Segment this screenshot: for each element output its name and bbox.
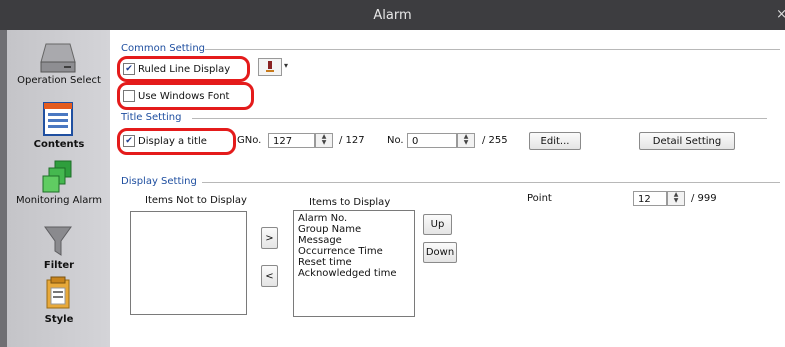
point-input[interactable]: 12 bbox=[633, 191, 667, 206]
common-setting-title: Common Setting bbox=[121, 43, 206, 54]
highlight-use-windows-font bbox=[117, 82, 254, 110]
list-item[interactable]: Message bbox=[294, 235, 414, 246]
sidebar-item-contents[interactable]: Contents bbox=[8, 102, 110, 154]
down-button[interactable]: Down bbox=[423, 242, 457, 263]
no-label: No. bbox=[387, 135, 404, 146]
items-to-display-list[interactable]: Alarm No. Group Name Message Occurrence … bbox=[293, 210, 415, 317]
point-max: / 999 bbox=[691, 193, 717, 204]
detail-setting-button[interactable]: Detail Setting bbox=[639, 132, 735, 150]
window-title: Alarm bbox=[373, 8, 412, 23]
drive-icon bbox=[40, 43, 76, 73]
sidebar-item-filter[interactable]: Filter bbox=[8, 224, 110, 272]
spin-down-icon[interactable]: ▼ bbox=[458, 140, 474, 146]
filter-icon bbox=[44, 226, 72, 256]
title-setting-title: Title Setting bbox=[121, 112, 182, 123]
gno-max: / 127 bbox=[339, 135, 365, 146]
items-to-display-label: Items to Display bbox=[309, 197, 391, 208]
pen-color-icon bbox=[258, 58, 282, 76]
sidebar-item-monitoring-alarm[interactable]: Monitoring Alarm bbox=[8, 160, 110, 220]
list-item[interactable]: Alarm No. bbox=[294, 213, 414, 224]
pen-color-dropdown[interactable]: ▾ bbox=[258, 58, 292, 76]
point-spinner[interactable]: ▲ ▼ bbox=[667, 191, 685, 206]
sidebar-item-label: Contents bbox=[33, 139, 85, 150]
move-left-button[interactable]: < bbox=[261, 265, 278, 287]
up-button[interactable]: Up bbox=[423, 214, 452, 235]
spin-down-icon[interactable]: ▼ bbox=[316, 140, 332, 146]
gno-label: GNo. bbox=[237, 135, 262, 146]
style-icon bbox=[46, 276, 70, 309]
section-divider bbox=[202, 182, 780, 183]
gno-spinner[interactable]: ▲ ▼ bbox=[315, 133, 333, 148]
no-input[interactable]: 0 bbox=[407, 133, 457, 148]
close-icon[interactable]: × bbox=[776, 7, 785, 22]
sidebar-item-operation-select[interactable]: Operation Select bbox=[8, 40, 110, 100]
sidebar-item-label: Filter bbox=[43, 260, 75, 271]
sidebar: Operation Select Contents Monitoring Ala… bbox=[0, 30, 110, 347]
section-divider bbox=[205, 49, 780, 50]
sidebar-item-label: Operation Select bbox=[17, 75, 101, 86]
sidebar-item-label: Style bbox=[44, 314, 74, 325]
list-item[interactable]: Occurrence Time bbox=[294, 246, 414, 257]
edit-button[interactable]: Edit... bbox=[529, 132, 581, 150]
list-item[interactable]: Group Name bbox=[294, 224, 414, 235]
display-setting-title: Display Setting bbox=[121, 176, 197, 187]
no-max: / 255 bbox=[482, 135, 508, 146]
chevron-down-icon: ▾ bbox=[284, 61, 289, 70]
highlight-ruled-line-display bbox=[117, 56, 250, 82]
list-item[interactable]: Reset time bbox=[294, 257, 414, 268]
gno-input[interactable]: 127 bbox=[268, 133, 315, 148]
items-not-to-display-label: Items Not to Display bbox=[145, 195, 247, 206]
point-label: Point bbox=[527, 193, 552, 204]
main-panel: Common Setting ✔ Ruled Line Display ▾ Us… bbox=[110, 30, 785, 347]
monitoring-alarm-icon bbox=[42, 160, 72, 193]
sidebar-item-style[interactable]: Style bbox=[8, 276, 110, 326]
sidebar-item-label: Monitoring Alarm bbox=[15, 195, 103, 206]
move-right-button[interactable]: > bbox=[261, 227, 278, 249]
contents-icon bbox=[43, 102, 73, 136]
spin-down-icon[interactable]: ▼ bbox=[668, 198, 684, 204]
no-spinner[interactable]: ▲ ▼ bbox=[457, 133, 475, 148]
items-not-to-display-list[interactable] bbox=[130, 211, 247, 315]
window-titlebar: Alarm × bbox=[0, 0, 785, 30]
list-item[interactable]: Acknowledged time bbox=[294, 268, 414, 279]
section-divider bbox=[192, 118, 767, 119]
highlight-display-a-title bbox=[117, 128, 236, 155]
